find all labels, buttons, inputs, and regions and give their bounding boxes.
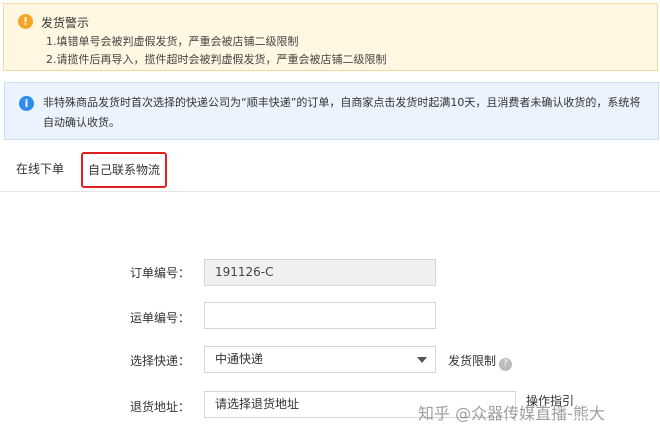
- shipping-limit-label: 发货限制: [448, 354, 497, 368]
- auto-confirm-info-banner: i 非特殊商品发货时首次选择的快递公司为“顺丰快递”的订单，自商家点击发货时起满…: [4, 82, 659, 140]
- return-address-select-value: 请选择退货地址: [215, 397, 300, 411]
- shipping-warning-banner: ! 发货警示 1.填错单号会被判虚假发货，严重会被店铺二级限制 2.请揽件后再导…: [3, 3, 658, 71]
- info-icon: i: [19, 96, 34, 111]
- tracking-no-label: 运单编号：: [129, 311, 190, 325]
- courier-select[interactable]: 中通快递: [204, 346, 436, 373]
- tracking-no-input[interactable]: [204, 302, 436, 329]
- warning-icon: !: [18, 14, 33, 29]
- courier-label: 选择快递：: [129, 354, 190, 368]
- warning-line-2: 2.请揽件后再导入，揽件超时会被判虚假发货，严重会被店铺二级限制: [46, 53, 387, 66]
- watermark: 知乎 @众器传媒直播-熊大: [418, 404, 605, 423]
- return-address-label: 退货地址：: [129, 400, 190, 414]
- tab-online-order[interactable]: 在线下单: [16, 150, 64, 191]
- chevron-down-icon: [417, 357, 427, 363]
- warning-line-1: 1.填错单号会被判虚假发货，严重会被店铺二级限制: [46, 35, 299, 48]
- shipping-method-tabs: 在线下单 自己联系物流: [0, 150, 660, 192]
- tab-self-logistics[interactable]: 自己联系物流: [81, 152, 167, 188]
- courier-select-value: 中通快递: [215, 352, 264, 366]
- order-no-field: 191126-C: [204, 259, 436, 286]
- help-icon[interactable]: ?: [499, 358, 513, 371]
- info-text: 非特殊商品发货时首次选择的快递公司为“顺丰快递”的订单，自商家点击发货时起满10…: [43, 96, 641, 129]
- warning-title: 发货警示: [41, 16, 90, 30]
- shipping-limit: 发货限制?: [448, 352, 513, 371]
- order-no-label: 订单编号：: [129, 266, 190, 280]
